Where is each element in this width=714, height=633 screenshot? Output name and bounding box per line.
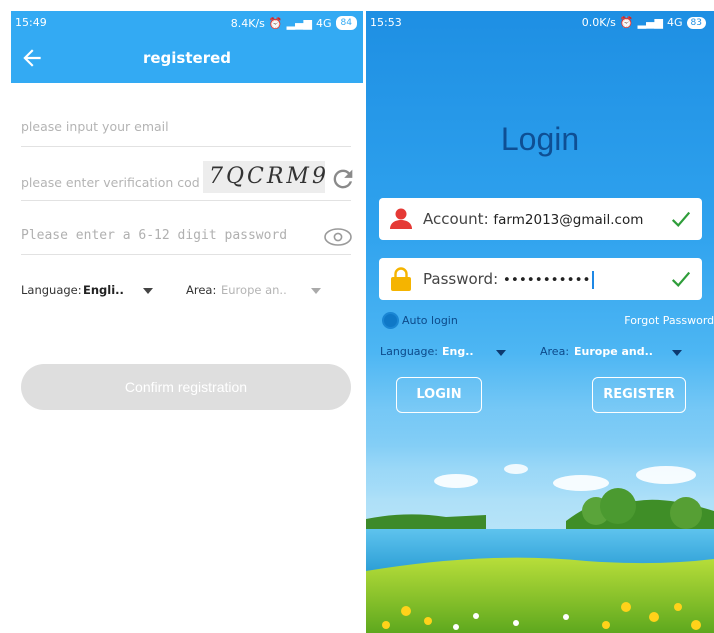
confirm-registration-button[interactable]: Confirm registration	[21, 364, 351, 410]
landscape-background	[366, 411, 714, 633]
area-caret-icon[interactable]	[672, 350, 682, 356]
signal-icon: ▂▄▆	[637, 16, 664, 29]
registration-screen: 15:49 8.4K/s ⏰ ▂▄▆ 4G 84 registered plea…	[11, 11, 363, 633]
net-speed: 8.4K/s	[230, 16, 265, 30]
language-label: Language:	[380, 345, 438, 358]
status-indicators: 0.0K/s ⏰ ▂▄▆ 4G 83	[582, 16, 706, 29]
check-icon	[671, 211, 691, 228]
page-title: registered	[142, 49, 232, 67]
area-label: Area:	[540, 345, 570, 358]
password-value[interactable]: •••••••••••	[503, 272, 591, 288]
password-label-row: Password: •••••••••••	[423, 270, 594, 289]
email-placeholder: please input your email	[21, 119, 169, 134]
verification-placeholder: please enter verification cod	[21, 175, 200, 190]
user-icon	[390, 208, 412, 229]
language-select[interactable]: Eng..	[442, 345, 474, 358]
area-caret-icon[interactable]	[311, 288, 321, 294]
account-field[interactable]: Account: farm2013@gmail.com	[379, 198, 702, 240]
register-button[interactable]: REGISTER	[592, 377, 686, 413]
status-bar: 15:53 0.0K/s ⏰ ▂▄▆ 4G 83	[366, 11, 714, 35]
language-caret-icon[interactable]	[143, 288, 153, 294]
captcha-image[interactable]: 7QCRM9	[203, 161, 326, 193]
account-value[interactable]: farm2013@gmail.com	[493, 212, 643, 228]
auto-login-radio[interactable]	[382, 312, 399, 329]
network-type: 4G	[667, 16, 683, 29]
forgot-password-link[interactable]: Forgot Password?	[624, 314, 714, 327]
language-label: Language:	[21, 283, 82, 297]
password-placeholder: Please enter a 6-12 digit password	[21, 228, 288, 243]
account-label-row: Account: farm2013@gmail.com	[423, 210, 643, 228]
status-time: 15:49	[15, 16, 47, 29]
account-label: Account:	[423, 210, 489, 228]
area-label: Area:	[186, 283, 217, 297]
toolbar: registered	[11, 35, 363, 83]
check-icon	[671, 271, 691, 288]
alarm-icon: ⏰	[619, 16, 634, 29]
auto-login-row: Auto login Forgot Password?	[380, 311, 714, 331]
page-title: Login	[500, 121, 580, 157]
verification-code-field[interactable]: please enter verification cod 7QCRM9	[21, 161, 353, 201]
language-area-row: Language: Eng.. Area: Europe and..	[380, 343, 710, 363]
net-speed: 0.0K/s	[581, 16, 616, 29]
language-area-row: Language: Engli.. Area: Europe an..	[21, 281, 351, 301]
refresh-icon[interactable]	[329, 165, 357, 193]
signal-icon: ▂▄▆	[286, 16, 313, 30]
battery-level: 84	[335, 16, 357, 30]
login-button[interactable]: LOGIN	[396, 377, 482, 413]
battery-level: 83	[686, 16, 706, 29]
status-time: 15:53	[370, 16, 402, 29]
email-field[interactable]: please input your email	[21, 111, 351, 147]
language-select[interactable]: Engli..	[83, 283, 124, 297]
password-label: Password:	[423, 270, 499, 288]
language-caret-icon[interactable]	[496, 350, 506, 356]
login-screen: 15:53 0.0K/s ⏰ ▂▄▆ 4G 83 Login Account: …	[366, 11, 714, 633]
eye-icon[interactable]	[323, 227, 353, 247]
password-field[interactable]: Please enter a 6-12 digit password	[21, 217, 353, 255]
text-cursor	[591, 270, 594, 289]
area-select[interactable]: Europe and..	[574, 345, 653, 358]
network-type: 4G	[316, 16, 332, 30]
status-indicators: 8.4K/s ⏰ ▂▄▆ 4G 84	[231, 16, 357, 30]
area-select[interactable]: Europe an..	[221, 283, 287, 297]
status-bar: 15:49 8.4K/s ⏰ ▂▄▆ 4G 84	[11, 11, 363, 35]
lock-icon	[391, 267, 411, 291]
password-field[interactable]: Password: •••••••••••	[379, 258, 702, 300]
auto-login-label[interactable]: Auto login	[402, 314, 458, 327]
alarm-icon: ⏰	[268, 16, 283, 30]
